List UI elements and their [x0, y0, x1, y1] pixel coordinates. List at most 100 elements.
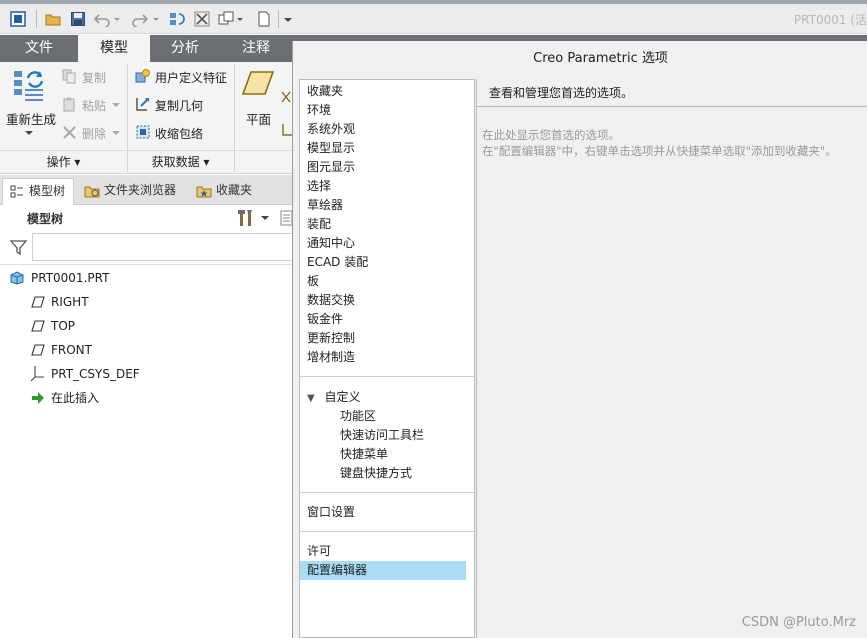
undo-icon[interactable]	[94, 11, 110, 27]
tab-folder-browser[interactable]: 文件夹浏览器	[78, 178, 186, 205]
plane-icon[interactable]	[242, 70, 274, 96]
copy-icon[interactable]	[62, 69, 77, 84]
tree-item-top[interactable]: TOP	[31, 316, 75, 336]
filter-icon[interactable]	[10, 239, 27, 256]
user-defined-feature-icon[interactable]	[135, 68, 151, 84]
settings-list-icon[interactable]	[280, 210, 292, 226]
windows-dropdown-icon[interactable]	[236, 11, 244, 27]
tab-model-tree[interactable]: 模型树	[2, 178, 74, 205]
tab-folder-browser-label: 文件夹浏览器	[104, 183, 177, 197]
category-customize[interactable]: ▼ 自定义	[307, 388, 361, 407]
redo-icon[interactable]	[132, 11, 148, 27]
customize-toolbar-icon[interactable]	[283, 11, 293, 27]
category-ribbon[interactable]: 功能区	[340, 407, 376, 426]
group-get-data[interactable]: 获取数据 ▾	[127, 150, 234, 172]
undo-dropdown-icon[interactable]	[113, 11, 121, 27]
tree-item-label: PRT_CSYS_DEF	[51, 367, 140, 381]
category-environment[interactable]: 环境	[307, 101, 331, 120]
model-tree-title: 模型树	[27, 212, 64, 226]
copy-geometry-button[interactable]: 复制几何	[155, 97, 203, 114]
delete-icon[interactable]	[62, 125, 77, 140]
csys-small-icon[interactable]	[280, 122, 292, 138]
category-data-exchange[interactable]: 数据交换	[307, 291, 355, 310]
tree-item-csys[interactable]: PRT_CSYS_DEF	[31, 364, 140, 384]
paste-dropdown-icon[interactable]	[112, 101, 120, 109]
axis-icon[interactable]	[280, 90, 292, 104]
collapse-triangle-icon[interactable]: ▼	[307, 393, 315, 404]
ribbon-panel: 重新生成 复制 粘贴 删除 用户定义特征 复制几何 收缩包络 平面 操作 ▾ 获…	[0, 62, 292, 174]
tree-filter-input[interactable]	[32, 233, 294, 261]
category-shortcut-menus[interactable]: 快捷菜单	[340, 445, 388, 464]
category-system-appearance[interactable]: 系统外观	[307, 120, 355, 139]
category-favorites[interactable]: 收藏夹	[307, 82, 343, 101]
category-model-display[interactable]: 模型显示	[307, 139, 355, 158]
options-dialog: Creo Parametric 选项 收藏夹 环境 系统外观 模型显示 图元显示…	[292, 41, 867, 638]
shrinkwrap-icon[interactable]	[135, 124, 151, 140]
category-license[interactable]: 许可	[307, 542, 331, 561]
category-board[interactable]: 板	[307, 272, 319, 291]
save-icon[interactable]	[70, 11, 86, 27]
category-separator	[300, 531, 474, 532]
tab-favorites[interactable]: 收藏夹	[190, 178, 262, 205]
copy-geometry-icon[interactable]	[135, 96, 151, 112]
delete-dropdown-icon[interactable]	[112, 129, 120, 137]
regenerate-button[interactable]: 重新生成	[6, 109, 56, 128]
tools-icon[interactable]	[236, 208, 256, 228]
category-customize-label: 自定义	[324, 390, 361, 404]
windows-icon[interactable]	[218, 11, 234, 27]
paste-button[interactable]: 粘贴	[82, 97, 106, 114]
tree-root-part[interactable]: PRT0001.PRT	[10, 268, 109, 288]
category-keyboard-shortcuts[interactable]: 键盘快捷方式	[340, 464, 412, 483]
close-windows-icon[interactable]	[194, 11, 210, 27]
tree-item-insert-here[interactable]: 在此插入	[32, 388, 100, 408]
group-get-data-label: 获取数据	[151, 155, 200, 169]
category-entity-display[interactable]: 图元显示	[307, 158, 355, 177]
regenerate-dropdown-icon[interactable]	[25, 129, 33, 137]
tree-item-label: FRONT	[51, 343, 92, 357]
datum-plane-icon	[31, 344, 45, 356]
group-datum	[234, 150, 292, 172]
navigator-tab-bar: 模型树 文件夹浏览器 收藏夹	[0, 175, 292, 205]
category-quick-access-toolbar[interactable]: 快速访问工具栏	[340, 426, 424, 445]
category-config-editor[interactable]: 配置编辑器	[300, 561, 466, 580]
shrinkwrap-button[interactable]: 收缩包络	[155, 125, 203, 142]
category-window-settings[interactable]: 窗口设置	[307, 503, 355, 522]
tree-item-label: 在此插入	[51, 391, 100, 405]
dialog-title: Creo Parametric 选项	[533, 51, 668, 66]
tab-analysis[interactable]: 分析	[150, 35, 220, 62]
tab-annotate[interactable]: 注释	[220, 35, 292, 62]
group-operations[interactable]: 操作 ▾	[0, 150, 127, 172]
category-separator	[300, 376, 474, 377]
category-update-control[interactable]: 更新控制	[307, 329, 355, 348]
tree-item-right[interactable]: RIGHT	[31, 292, 89, 312]
model-tree-icon	[10, 185, 23, 198]
redo-dropdown-icon[interactable]	[152, 11, 160, 27]
model-tree-header: 模型树	[0, 205, 292, 231]
regenerate-icon[interactable]	[12, 68, 46, 102]
new-file-icon[interactable]	[256, 11, 272, 27]
category-selection[interactable]: 选择	[307, 177, 331, 196]
tree-item-front[interactable]: FRONT	[31, 340, 92, 360]
tab-file[interactable]: 文件	[0, 35, 78, 62]
copy-button[interactable]: 复制	[82, 69, 106, 86]
window-menu-icon[interactable]	[10, 11, 26, 27]
tab-model-tree-label: 模型树	[29, 184, 66, 198]
regenerate-small-icon[interactable]	[169, 11, 185, 27]
udf-button[interactable]: 用户定义特征	[155, 69, 227, 86]
category-sheetmetal[interactable]: 钣金件	[307, 310, 343, 329]
quick-access-toolbar: PRT0001 (活	[0, 4, 867, 34]
tools-dropdown-icon[interactable]	[261, 214, 269, 222]
delete-button[interactable]: 删除	[82, 125, 106, 142]
category-sketcher[interactable]: 草绘器	[307, 196, 343, 215]
plane-button[interactable]: 平面	[246, 109, 271, 128]
category-assembly[interactable]: 装配	[307, 215, 331, 234]
paste-icon[interactable]	[62, 97, 77, 112]
tab-model[interactable]: 模型	[78, 35, 150, 62]
category-notification-center[interactable]: 通知中心	[307, 234, 355, 253]
chevron-down-icon: ▾	[199, 155, 210, 169]
category-ecad-assembly[interactable]: ECAD 装配	[307, 253, 368, 272]
watermark: CSDN @Pluto.Mrz	[741, 615, 856, 630]
category-additive-manufacturing[interactable]: 增材制造	[307, 348, 355, 367]
csys-icon	[31, 366, 44, 382]
open-folder-icon[interactable]	[45, 11, 61, 27]
